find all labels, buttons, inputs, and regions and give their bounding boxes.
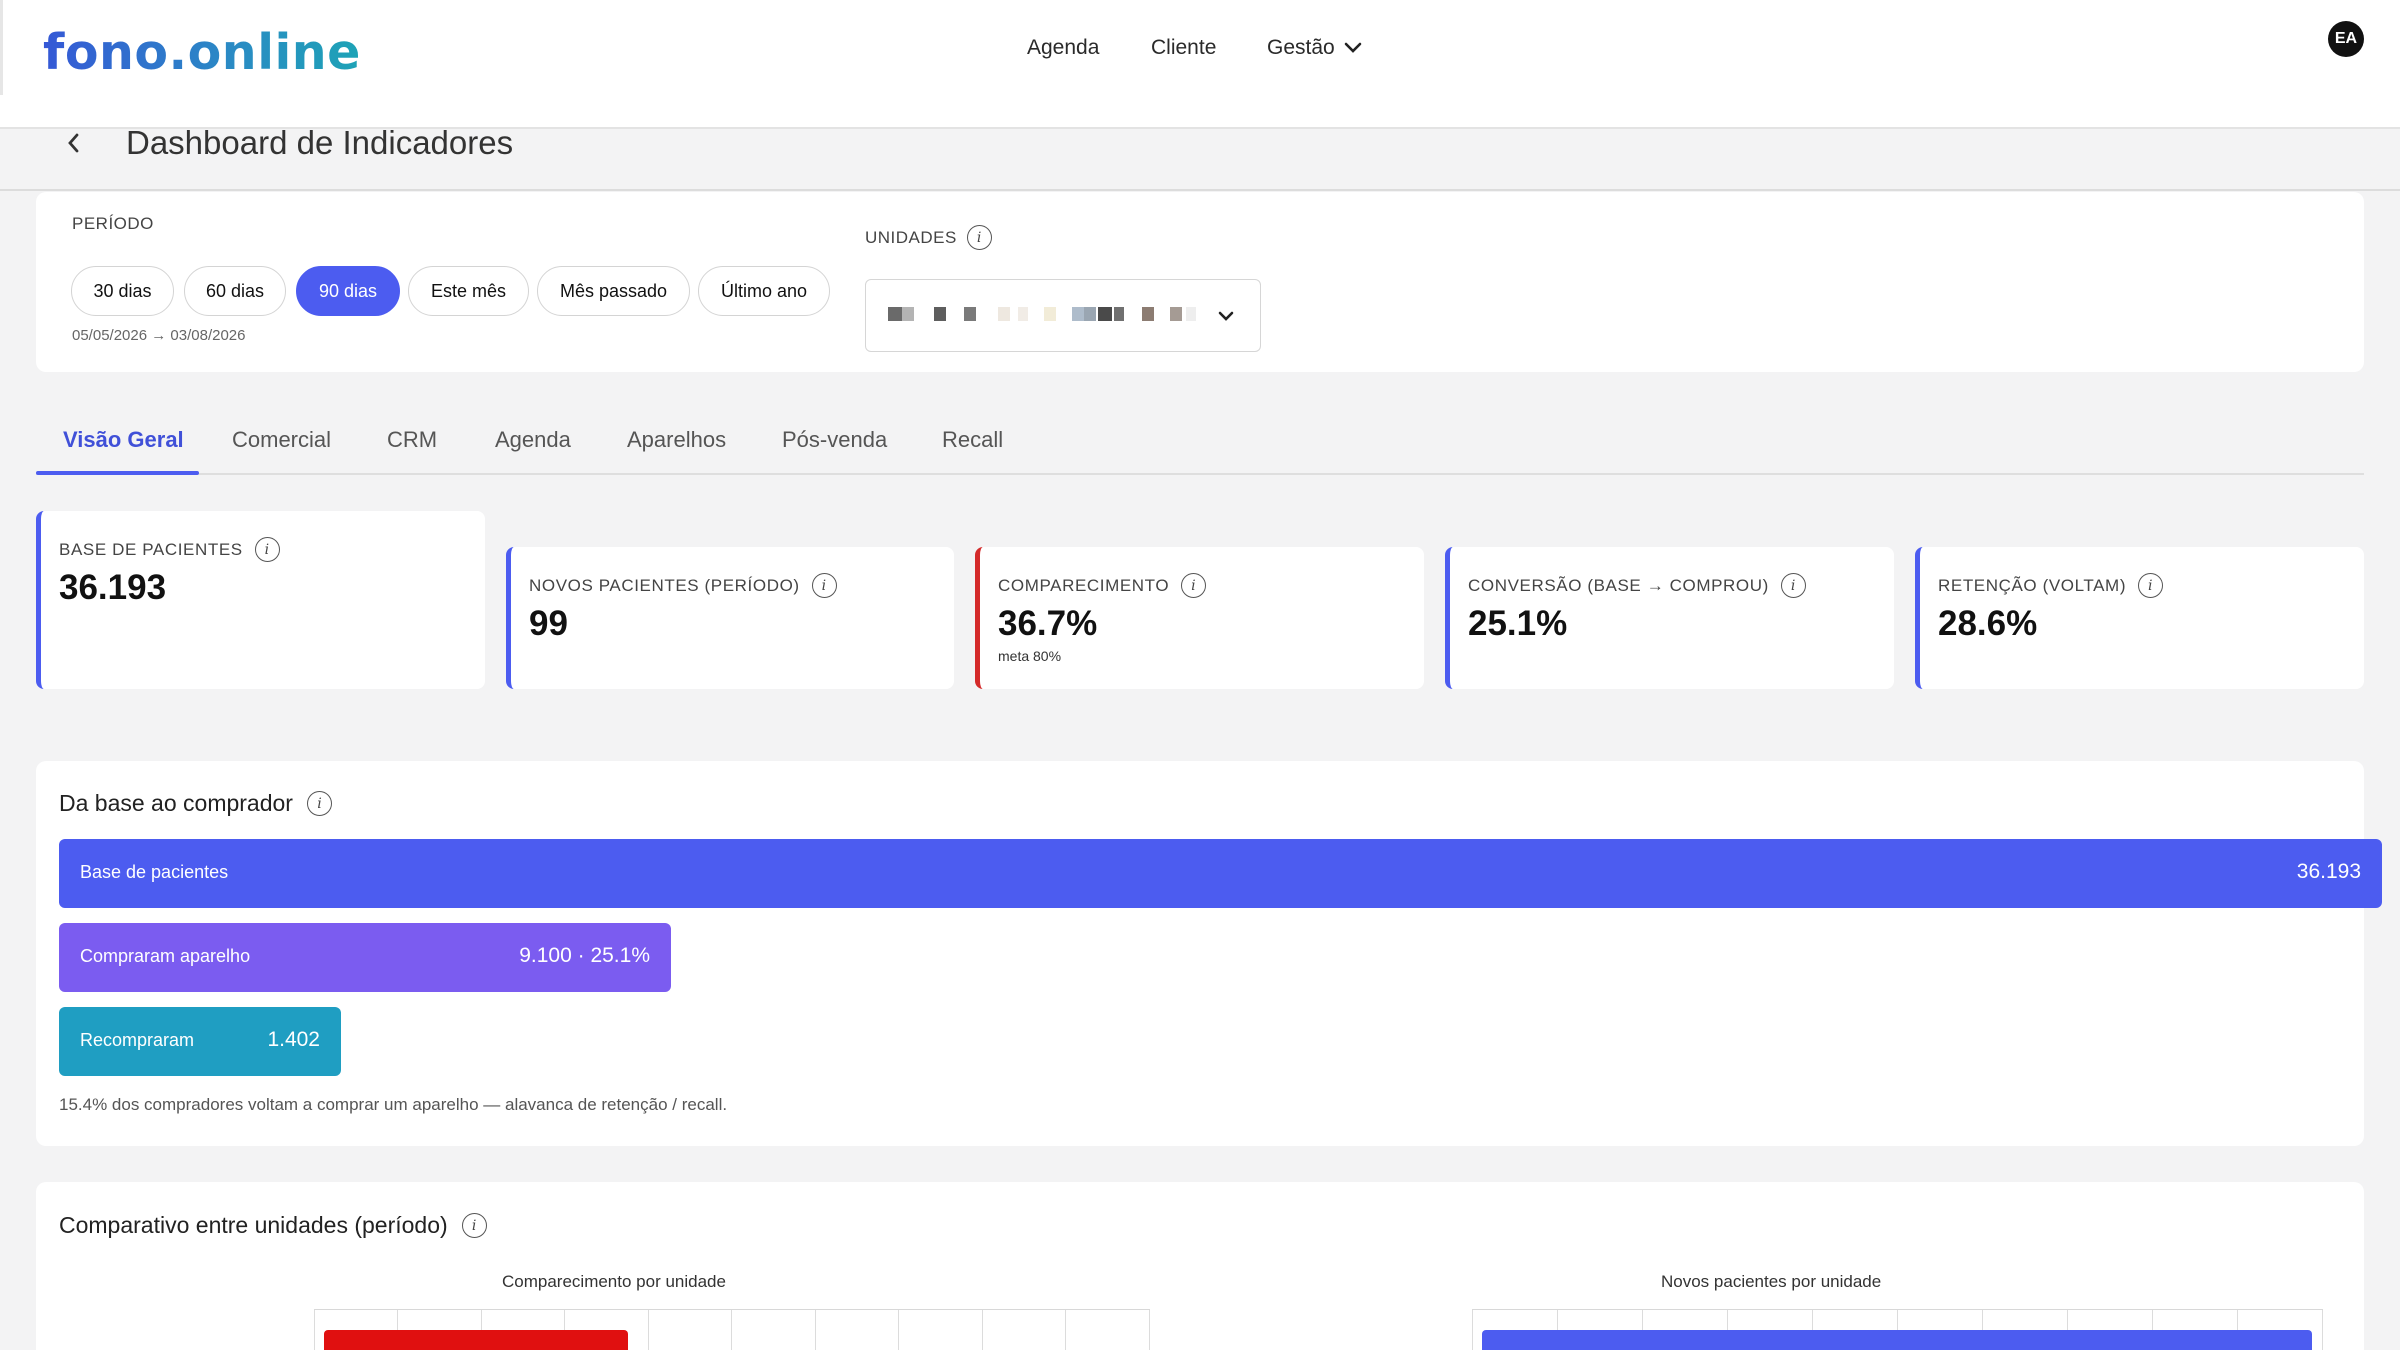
- kpi-label-group: NOVOS PACIENTES (PERÍODO) i: [529, 573, 837, 598]
- kpi-label: CONVERSÃO (BASE → COMPROU): [1468, 575, 1769, 595]
- comparison-title-group: Comparativo entre unidades (período) i: [59, 1212, 487, 1239]
- kpi-value: 36.7%: [998, 604, 1098, 643]
- kpi-value: 28.6%: [1938, 604, 2038, 643]
- period-60-dias[interactable]: 60 dias: [184, 266, 286, 316]
- nav-gestao-label: Gestão: [1267, 36, 1335, 59]
- chart-bar: [1482, 1330, 2312, 1350]
- kpi-label: BASE DE PACIENTES: [59, 539, 243, 559]
- funnel-bar-label: Base de pacientes: [80, 862, 229, 882]
- funnel-bar-value: 36.193: [2296, 860, 2361, 883]
- kpi-base-pacientes: BASE DE PACIENTES i 36.193: [36, 511, 485, 689]
- nav-agenda[interactable]: Agenda: [1027, 36, 1099, 60]
- period-30-dias[interactable]: 30 dias: [71, 266, 174, 316]
- period-mes-passado[interactable]: Mês passado: [537, 266, 690, 316]
- units-selected-value-redacted: [888, 307, 1196, 321]
- funnel-bar-base: Base de pacientes 36.193: [59, 839, 2382, 908]
- dashboard-tabs: Visão Geral Comercial CRM Agenda Aparelh…: [36, 405, 2364, 475]
- kpi-conversao: CONVERSÃO (BASE → COMPROU) i 25.1%: [1445, 547, 1894, 689]
- period-este-mes[interactable]: Este mês: [408, 266, 529, 316]
- kpi-value: 25.1%: [1468, 604, 1568, 643]
- funnel-bar-label: Recompraram: [80, 1030, 195, 1050]
- chart-bar: [324, 1330, 628, 1350]
- funnel-card: Da base ao comprador i Base de pacientes…: [36, 761, 2382, 1146]
- chevron-left-icon: [68, 133, 79, 153]
- section-title: Da base ao comprador: [59, 790, 293, 816]
- nav-cliente[interactable]: Cliente: [1151, 36, 1216, 60]
- kpi-label-group: BASE DE PACIENTES i: [59, 537, 280, 562]
- page-title: Dashboard de Indicadores: [126, 124, 514, 161]
- info-icon[interactable]: i: [254, 537, 280, 562]
- info-icon[interactable]: i: [461, 1213, 487, 1238]
- kpi-label-group: CONVERSÃO (BASE → COMPROU) i: [1468, 573, 1806, 598]
- period-ultimo-ano[interactable]: Último ano: [698, 266, 830, 316]
- active-tab-indicator: [36, 471, 199, 475]
- kpi-label-group: COMPARECIMENTO i: [998, 573, 1207, 598]
- funnel-note: 15.4% dos compradores voltam a comprar u…: [59, 1095, 728, 1114]
- section-title: Comparativo entre unidades (período): [59, 1212, 448, 1238]
- kpi-label: RETENÇÃO (VOLTAM): [1938, 575, 2127, 595]
- info-icon[interactable]: i: [1181, 573, 1207, 598]
- tab-pos-venda[interactable]: Pós-venda: [782, 427, 887, 453]
- funnel-title-group: Da base ao comprador i: [59, 790, 332, 817]
- tab-comercial[interactable]: Comercial: [232, 427, 331, 453]
- kpi-label: NOVOS PACIENTES (PERÍODO): [529, 575, 800, 595]
- funnel-bar-label: Compraram aparelho: [80, 946, 251, 966]
- avatar[interactable]: EA: [2328, 21, 2364, 57]
- kpi-comparecimento: COMPARECIMENTO i 36.7% meta 80%: [975, 547, 1424, 689]
- brand-logo[interactable]: fono.online: [43, 24, 361, 81]
- chart-title-comparecimento: Comparecimento por unidade: [502, 1272, 726, 1291]
- date-range: 05/05/2026 → 03/08/2026: [72, 327, 246, 344]
- tab-aparelhos[interactable]: Aparelhos: [627, 427, 726, 453]
- chevron-down-icon: [1344, 42, 1362, 53]
- tab-crm[interactable]: CRM: [387, 427, 437, 453]
- funnel-bar-compraram: Compraram aparelho 9.100 · 25.1%: [59, 923, 671, 992]
- funnel-bar-value: 9.100 · 25.1%: [519, 944, 650, 967]
- back-button[interactable]: [58, 126, 88, 160]
- comparison-card: Comparativo entre unidades (período) i C…: [36, 1182, 2364, 1350]
- period-label: PERÍODO: [72, 214, 154, 233]
- kpi-retencao: RETENÇÃO (VOLTAM) i 28.6%: [1915, 547, 2364, 689]
- funnel-bar-value: 1.402: [267, 1028, 320, 1051]
- funnel-bar-recompraram: Recompraram 1.402: [59, 1007, 341, 1076]
- top-navigation-bar: fono.online Agenda Cliente Gestão EA: [0, 0, 2400, 129]
- info-icon[interactable]: i: [1780, 573, 1806, 598]
- tab-agenda[interactable]: Agenda: [495, 427, 571, 453]
- chart-title-novos-pacientes: Novos pacientes por unidade: [1661, 1272, 1882, 1291]
- units-label: UNIDADES: [865, 227, 957, 247]
- info-icon[interactable]: i: [966, 225, 992, 250]
- units-label-group: UNIDADES i: [865, 225, 992, 250]
- kpi-value: 99: [529, 604, 568, 643]
- units-select[interactable]: [865, 279, 1261, 352]
- filters-card: PERÍODO 30 dias 60 dias 90 dias Este mês…: [36, 192, 2364, 372]
- info-icon[interactable]: i: [306, 791, 332, 816]
- info-icon[interactable]: i: [2138, 573, 2164, 598]
- info-icon[interactable]: i: [811, 573, 837, 598]
- tab-recall[interactable]: Recall: [942, 427, 1003, 453]
- window-edge: [0, 0, 3, 95]
- kpi-label-group: RETENÇÃO (VOLTAM) i: [1938, 573, 2164, 598]
- period-90-dias[interactable]: 90 dias: [296, 266, 400, 316]
- chevron-down-icon: [1218, 311, 1234, 321]
- nav-gestao[interactable]: Gestão: [1267, 36, 1363, 60]
- kpi-novos-pacientes: NOVOS PACIENTES (PERÍODO) i 99: [506, 547, 954, 689]
- kpi-target: meta 80%: [998, 648, 1062, 664]
- kpi-value: 36.193: [59, 568, 167, 607]
- kpi-label: COMPARECIMENTO: [998, 575, 1170, 595]
- tab-visao-geral[interactable]: Visão Geral: [63, 427, 184, 453]
